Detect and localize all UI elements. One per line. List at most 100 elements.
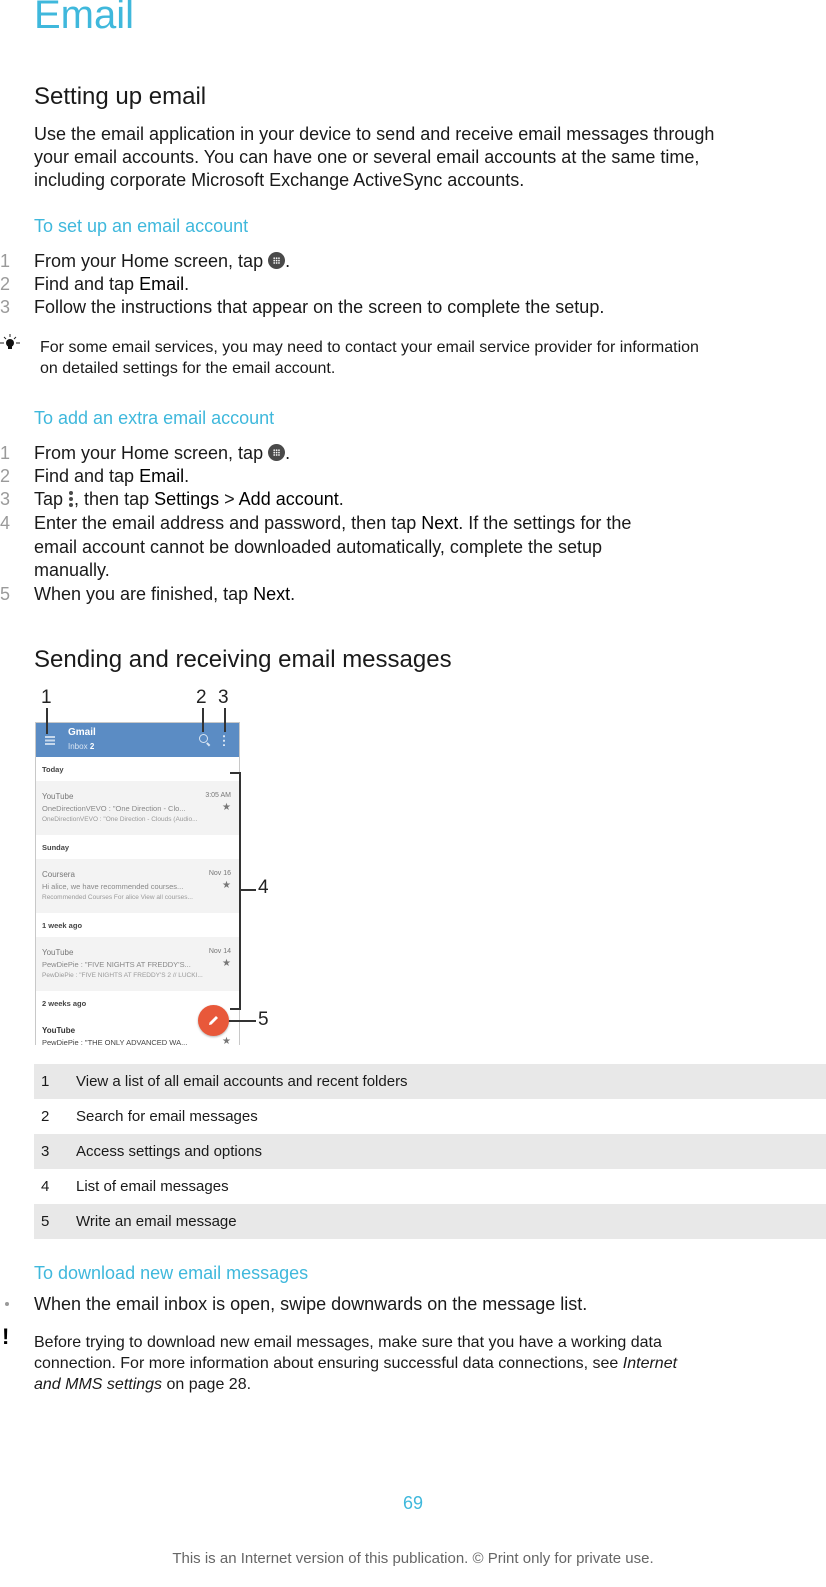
step-text: . If the settings for the — [458, 513, 632, 533]
callout-5: 5 — [258, 1009, 269, 1030]
step-number: 1 — [0, 443, 11, 463]
step-text: . — [184, 274, 190, 294]
date-group-label: 1 week ago — [36, 913, 239, 937]
intro-line: including corporate Microsoft Exchange A… — [34, 170, 525, 190]
date-group-label: Today — [36, 757, 239, 781]
subheading-add-account: To add an extra email account — [34, 408, 275, 428]
mail-item[interactable]: YouTube 3:05 AM OneDirectionVEVO : "One … — [36, 781, 239, 835]
mail-subject: OneDirectionVEVO : "One Direction - Clo.… — [42, 804, 186, 813]
section-heading-setting-up: Setting up email — [34, 83, 207, 110]
step-text: . — [184, 466, 190, 486]
star-icon[interactable]: ★ — [222, 1036, 231, 1045]
step-text: Tap — [34, 489, 69, 509]
app-name: Gmail — [68, 727, 96, 738]
apps-icon — [268, 252, 286, 269]
more-vert-icon — [68, 490, 74, 508]
legend-row: 5 Write an email message — [34, 1204, 826, 1239]
step-text: Enter the email address and password, th… — [34, 513, 422, 533]
bullet-dot — [5, 1302, 9, 1306]
tip-note: For some email services, you may need to… — [40, 337, 820, 379]
mail-subject: Hi alice, we have recommended courses... — [42, 882, 184, 891]
ui-term-settings: Settings — [154, 489, 220, 509]
step-text: From your Home screen, tap — [34, 251, 269, 271]
step-text: , then tap — [74, 489, 155, 509]
mail-date: 3:05 AM — [205, 792, 231, 799]
mail-date: Nov 14 — [208, 948, 231, 955]
intro-line: your email accounts. You can have one or… — [34, 147, 700, 167]
ui-term-email: Email — [139, 466, 185, 486]
warning-icon: ! — [2, 1324, 10, 1349]
gmail-screenshot: Gmail Inbox 2 Today YouTube 3:05 AM OneD… — [35, 722, 240, 1045]
step-number: 4 — [0, 513, 11, 533]
callout-3: 3 — [218, 687, 229, 708]
step-text: From your Home screen, tap — [34, 443, 269, 463]
internet-mms-settings-link[interactable]: and MMS settings — [34, 1376, 162, 1393]
app-bar: Gmail Inbox 2 — [36, 723, 239, 757]
step-text: manually. — [34, 560, 110, 580]
callout-line-5 — [226, 1020, 256, 1022]
mail-sender: YouTube — [42, 792, 74, 801]
bullet-text: When the email inbox is open, swipe down… — [34, 1294, 588, 1314]
subheading-download-messages: To download new email messages — [34, 1263, 309, 1283]
legend-number: 3 — [41, 1143, 50, 1160]
step-number: 2 — [0, 466, 11, 486]
legend-row: 4 List of email messages — [34, 1169, 826, 1204]
inbox-count: 2 — [89, 742, 95, 751]
inbox-label: Inbox 2 — [68, 742, 95, 751]
legend-row: 3 Access settings and options — [34, 1134, 826, 1169]
step-text: When you are finished, tap — [34, 584, 254, 604]
mail-item[interactable]: Coursera Nov 16 Hi alice, we have recomm… — [36, 859, 239, 913]
callout-line-1 — [46, 708, 48, 734]
mail-snippet: Recommended Courses For alice View all c… — [42, 894, 193, 901]
legend-number: 1 — [41, 1073, 50, 1090]
legend-row: 2 Search for email messages — [34, 1099, 826, 1134]
legend-number: 5 — [41, 1213, 50, 1230]
intro-paragraph: Use the email application in your device… — [34, 123, 824, 192]
step-number: 3 — [0, 489, 11, 509]
step-text: . — [338, 489, 344, 509]
step-text: . — [285, 251, 291, 271]
more-vert-icon[interactable] — [223, 734, 225, 746]
mail-snippet: PewDiePie : "FIVE NIGHTS AT FREDDY'S 2 /… — [42, 972, 203, 979]
legend-text: Access settings and options — [76, 1143, 262, 1160]
footer-notice: This is an Internet version of this publ… — [172, 1550, 654, 1567]
step-text: . — [290, 584, 296, 604]
compose-button[interactable] — [198, 1005, 229, 1036]
legend-number: 2 — [41, 1108, 50, 1125]
step-number: 1 — [0, 251, 11, 271]
step-text: Find and tap — [34, 274, 140, 294]
legend-text: List of email messages — [76, 1178, 229, 1195]
callout-line-4 — [241, 889, 256, 891]
mail-item[interactable]: YouTube Nov 14 PewDiePie : "FIVE NIGHTS … — [36, 937, 239, 991]
warning-line: Before trying to download new email mess… — [34, 1334, 662, 1351]
step-text: . — [285, 443, 291, 463]
mail-sender: YouTube — [42, 1026, 76, 1035]
internet-mms-settings-link[interactable]: Internet — [623, 1355, 677, 1372]
callout-line-3 — [224, 708, 226, 732]
tip-line: on detailed settings for the email accou… — [40, 360, 336, 377]
mail-sender: YouTube — [42, 948, 74, 957]
legend-text: Search for email messages — [76, 1108, 258, 1125]
callout-legend: 1 View a list of all email accounts and r… — [34, 1064, 826, 1239]
ui-term-email: Email — [139, 274, 185, 294]
menu-icon[interactable] — [45, 736, 55, 745]
ui-term-next: Next — [421, 513, 459, 533]
mail-date: Nov 16 — [208, 870, 231, 877]
legend-row: 1 View a list of all email accounts and r… — [34, 1064, 826, 1099]
page-title: Email — [34, 0, 135, 37]
legend-number: 4 — [41, 1178, 50, 1195]
legend-text: View a list of all email accounts and re… — [76, 1073, 408, 1090]
warning-line: on page 28. — [162, 1376, 252, 1393]
lightbulb-icon — [0, 334, 22, 357]
search-icon[interactable] — [199, 734, 208, 743]
mail-subject: PewDiePie : "FIVE NIGHTS AT FREDDY'S... — [42, 960, 191, 969]
tip-line: For some email services, you may need to… — [40, 339, 699, 356]
intro-line: Use the email application in your device… — [34, 124, 715, 144]
section-heading-sending-receiving: Sending and receiving email messages — [34, 646, 452, 673]
pencil-icon — [209, 1016, 218, 1025]
message-list-bracket — [230, 772, 241, 1010]
subheading-setup-account: To set up an email account — [34, 216, 249, 236]
step-number: 2 — [0, 274, 11, 294]
ui-term-add-account: Add account — [238, 489, 339, 509]
warning-line: connection. For more information about e… — [34, 1355, 623, 1372]
